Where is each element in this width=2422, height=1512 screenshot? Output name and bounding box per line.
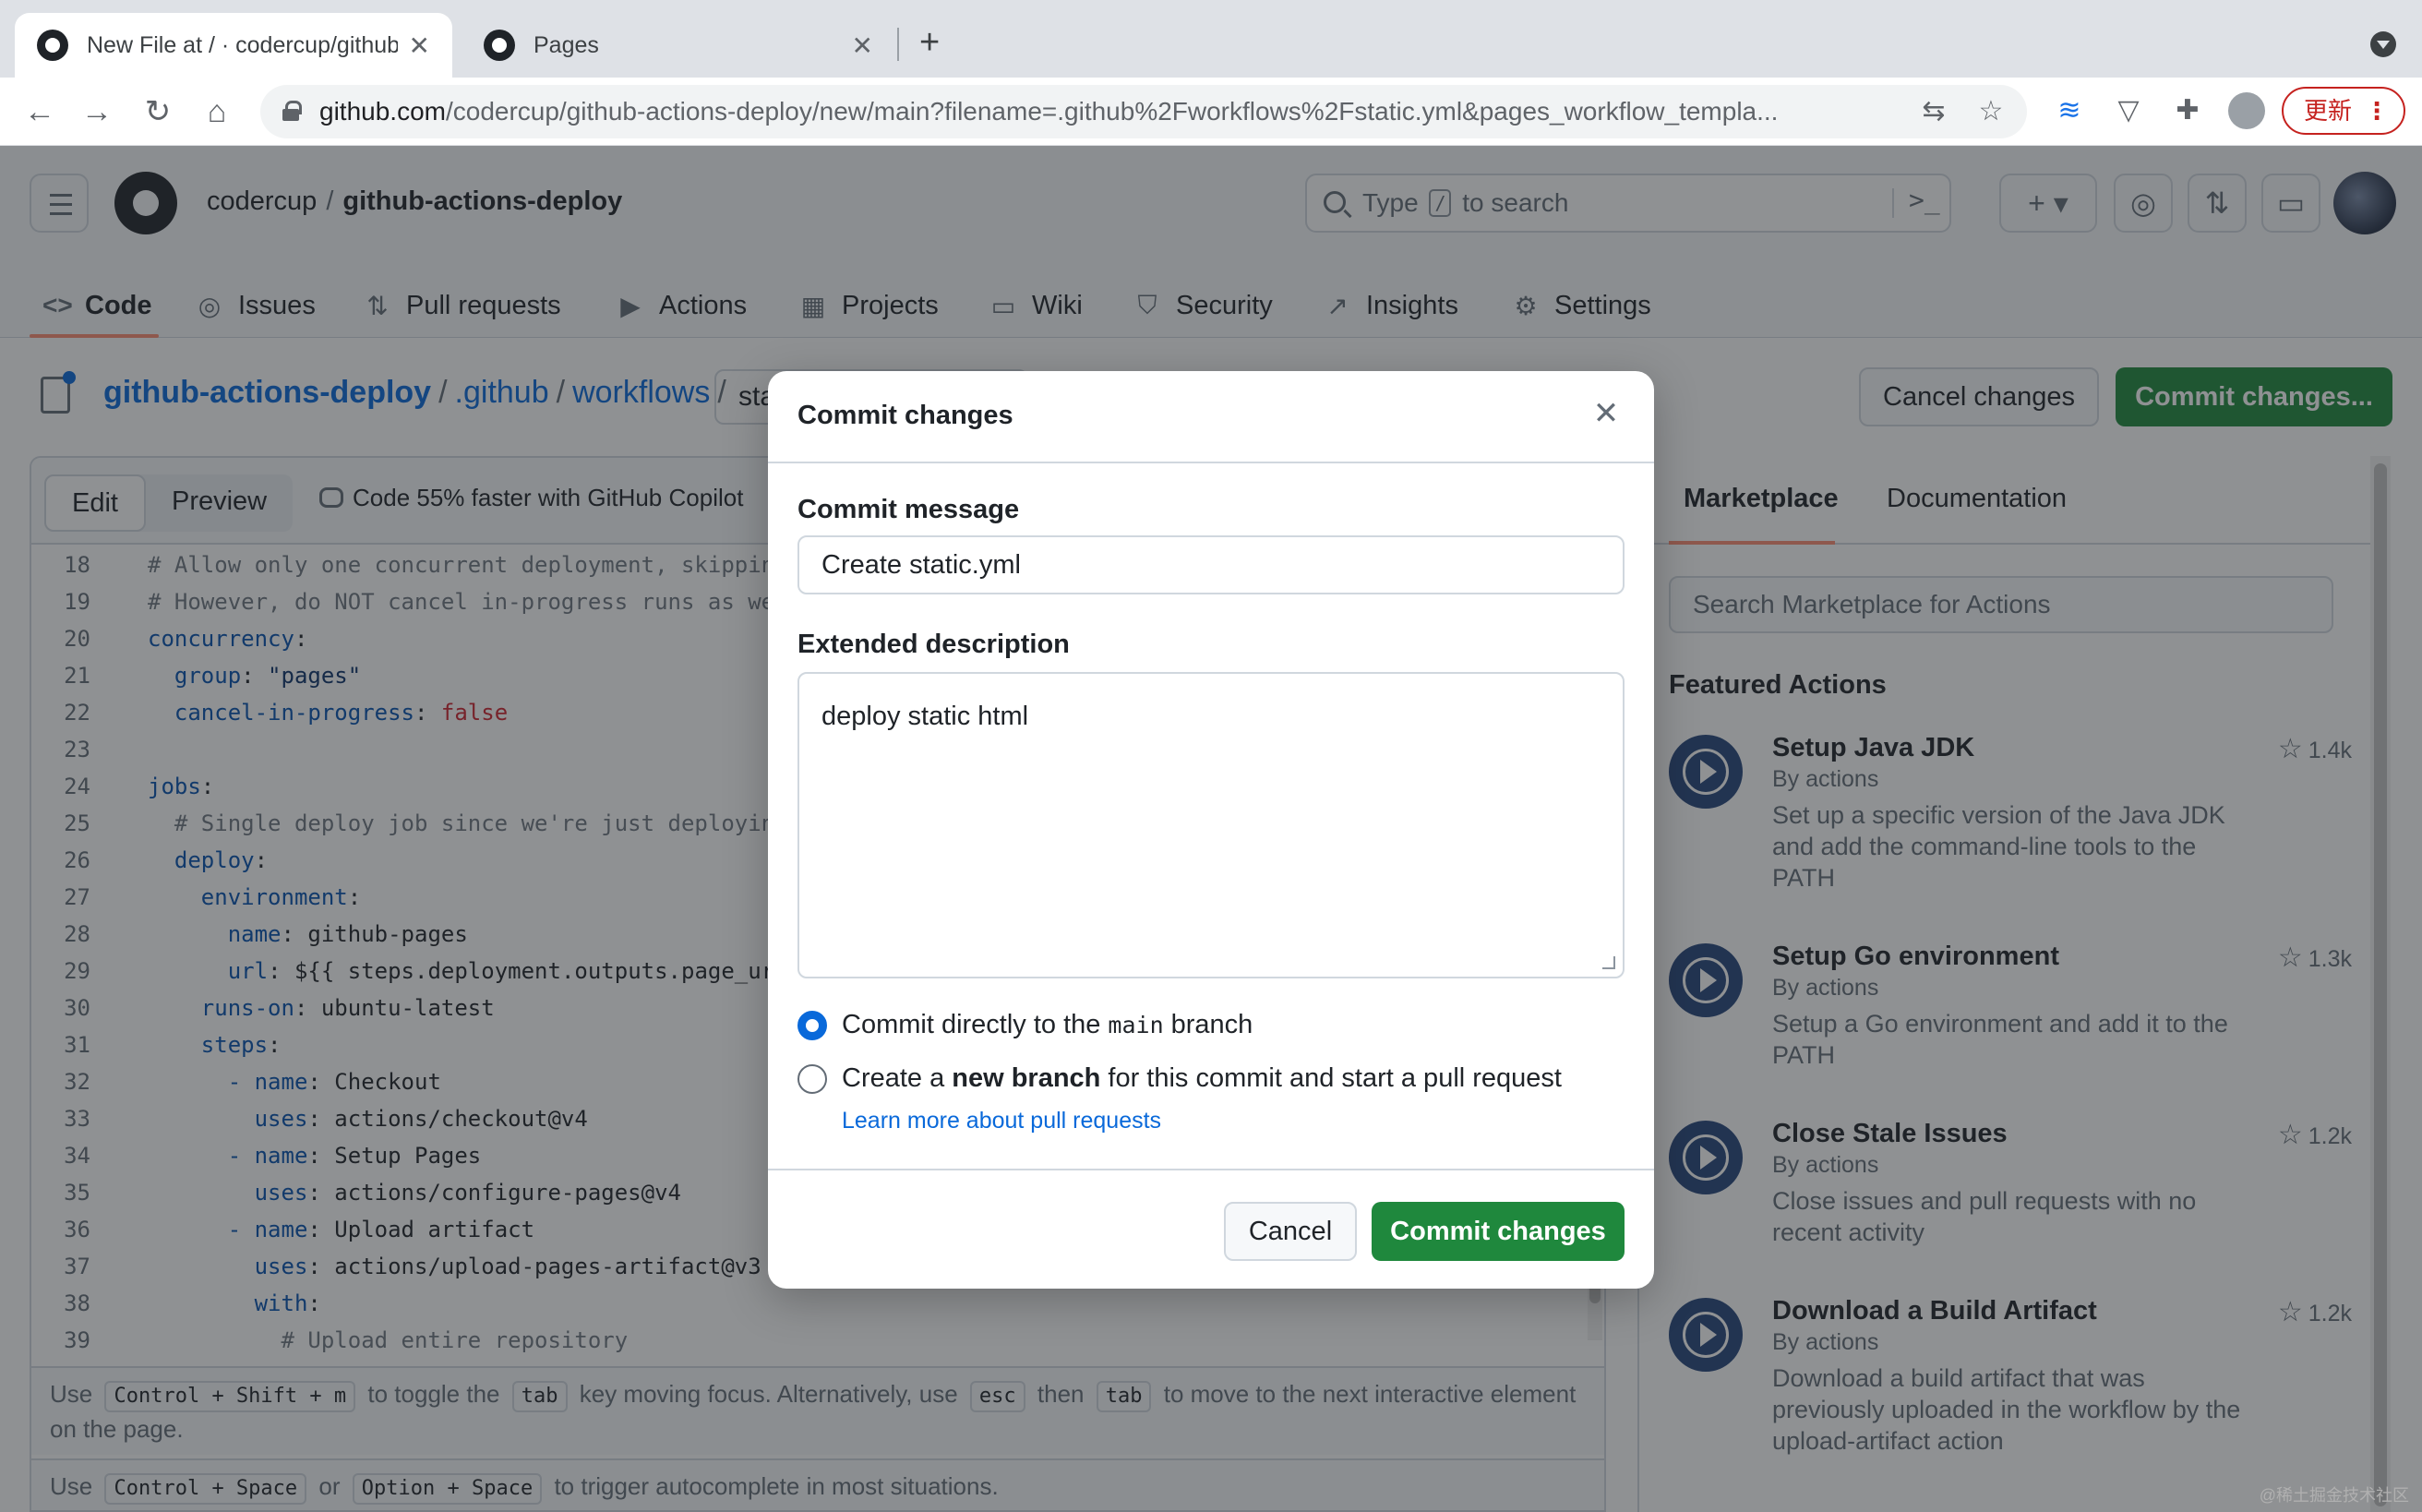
learn-more-link[interactable]: Learn more about pull requests xyxy=(842,1108,1161,1134)
browser-update-button[interactable]: 更新 ⋮ xyxy=(2282,87,2405,135)
close-tab-icon[interactable]: ✕ xyxy=(409,30,430,61)
description-text: deploy static html xyxy=(821,702,1029,731)
extended-description-textarea[interactable]: deploy static html xyxy=(797,672,1625,978)
tab-title: New File at / · codercup/github-actions-… xyxy=(87,31,398,58)
close-tab-icon[interactable]: ✕ xyxy=(852,30,873,61)
commit-changes-button[interactable]: Commit changes xyxy=(1372,1202,1625,1261)
tab-title: Pages xyxy=(534,31,599,58)
commit-directly-option[interactable]: Commit directly to the main branch xyxy=(797,1010,1253,1040)
tab-separator xyxy=(897,28,899,61)
profile-icon[interactable] xyxy=(2228,92,2265,129)
extended-description-label: Extended description xyxy=(797,630,1070,659)
commit-changes-dialog: Commit changes ✕ Commit message Create s… xyxy=(768,371,1654,1289)
resize-handle-icon[interactable] xyxy=(1602,956,1615,969)
github-favicon-icon xyxy=(484,30,515,61)
browser-tabstrip: New File at / · codercup/github-actions-… xyxy=(0,0,2422,78)
tab-search-icon[interactable] xyxy=(2370,31,2396,57)
forward-icon[interactable]: → xyxy=(78,92,116,131)
extension-v-icon[interactable]: ▽ xyxy=(2110,92,2147,129)
url-text[interactable]: github.com/codercup/github-actions-deplo… xyxy=(319,85,1888,138)
commit-message-label: Commit message xyxy=(797,495,1020,524)
cancel-button[interactable]: Cancel xyxy=(1224,1202,1357,1261)
new-branch-option[interactable]: Create a new branch for this commit and st… xyxy=(797,1063,1562,1094)
github-favicon-icon xyxy=(37,30,68,61)
home-icon[interactable]: ⌂ xyxy=(198,92,236,131)
radio-new-branch[interactable] xyxy=(797,1063,827,1094)
close-icon[interactable]: ✕ xyxy=(1586,393,1626,434)
watermark: @稀土掘金技术社区 xyxy=(2259,1486,2409,1505)
lock-icon xyxy=(282,101,302,121)
update-label: 更新 xyxy=(2304,97,2353,125)
dialog-footer: Cancel Commit changes xyxy=(768,1169,1654,1289)
extensions-puzzle-icon[interactable]: ✚ xyxy=(2169,92,2206,129)
bookmark-star-icon[interactable]: ☆ xyxy=(1975,96,2007,127)
extension-layers-icon[interactable]: ≋ xyxy=(2051,92,2088,129)
address-bar[interactable]: github.com/codercup/github-actions-deplo… xyxy=(260,85,2027,138)
radio-commit-directly[interactable] xyxy=(797,1010,827,1040)
dialog-title: Commit changes xyxy=(797,401,1013,430)
dialog-header: Commit changes ✕ xyxy=(768,371,1654,463)
commit-message-input[interactable]: Create static.yml xyxy=(797,535,1625,594)
browser-tab-pages[interactable]: Pages ✕ xyxy=(462,13,895,78)
translate-icon[interactable]: ⇆ xyxy=(1918,96,1949,127)
reload-icon[interactable]: ↻ xyxy=(138,92,177,131)
more-menu-icon: ⋮ xyxy=(2365,97,2389,125)
back-icon[interactable]: ← xyxy=(20,92,59,131)
browser-tab-new-file[interactable]: New File at / · codercup/github-actions-… xyxy=(15,13,452,78)
new-tab-button[interactable]: + xyxy=(919,24,940,61)
